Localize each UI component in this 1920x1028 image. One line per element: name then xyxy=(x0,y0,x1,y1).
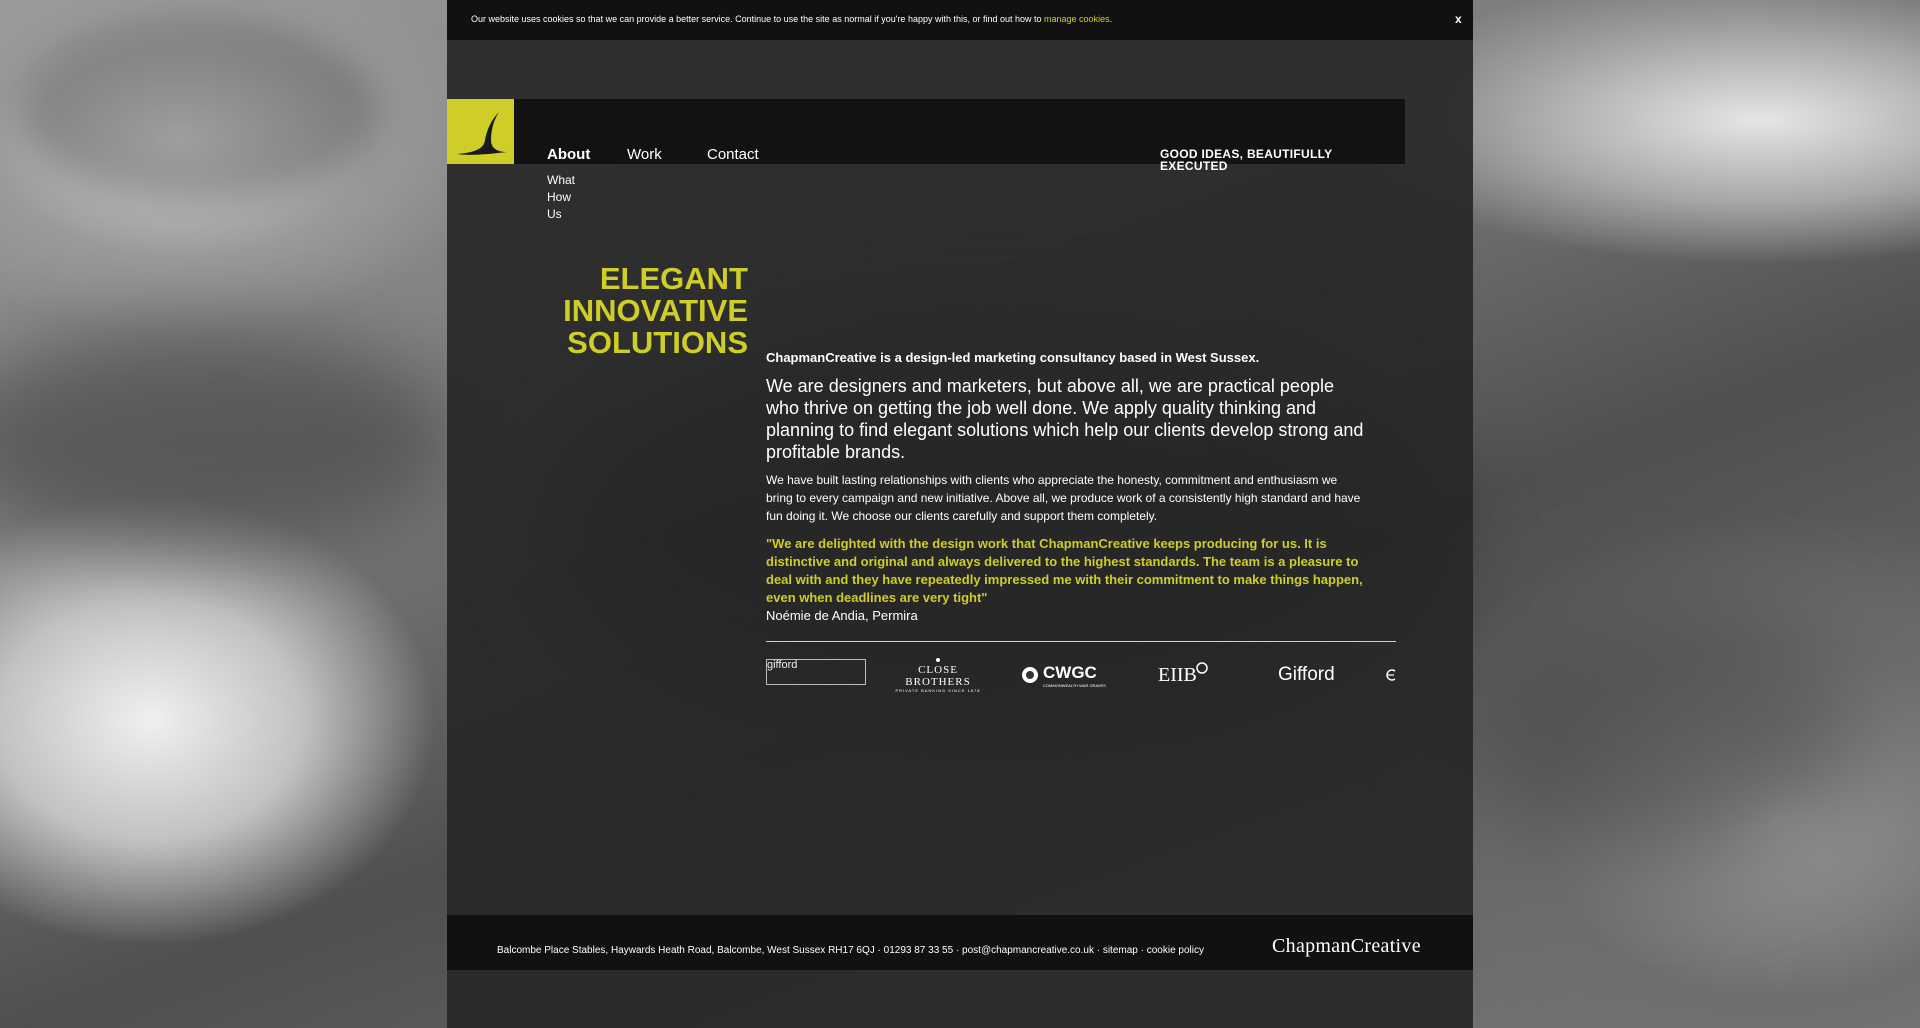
eiib-text: EIIB xyxy=(1158,663,1197,686)
client-logos-carousel: gifford CLOSE BROTHERS PRIVATE BANKING S… xyxy=(766,655,1396,695)
cwgc-text: CWGC xyxy=(1043,662,1097,682)
gifford-text: Gifford xyxy=(1278,664,1335,685)
background-statue-arm xyxy=(1450,600,1870,860)
subnav-how[interactable]: How xyxy=(547,190,571,204)
intro-text: ChapmanCreative is a design-led marketin… xyxy=(766,350,1260,365)
eiib-circle-icon xyxy=(1196,662,1208,674)
subnav-what[interactable]: What xyxy=(547,173,575,187)
cwgc-subtext: COMMONWEALTH WAR GRAVES xyxy=(1043,682,1106,688)
lead-paragraph: We are designers and marketers, but abov… xyxy=(766,376,1364,462)
close-brothers-subtext: PRIVATE BANKING SINCE 1878 xyxy=(895,687,981,693)
partial-logo-icon xyxy=(1386,669,1396,681)
eiib-logo[interactable]: EIIB xyxy=(1158,655,1218,695)
close-brothers-logo[interactable]: CLOSE BROTHERS PRIVATE BANKING SINCE 187… xyxy=(888,655,988,695)
broken-logo-image[interactable]: gifford xyxy=(766,659,866,685)
background-statue-hair xyxy=(20,20,380,200)
testimonial-author: Noémie de Andia, Permira xyxy=(766,608,918,623)
broken-image-alt: gifford xyxy=(767,659,798,671)
close-brothers-text: CLOSE BROTHERS xyxy=(905,663,971,688)
cookie-close-button[interactable]: x xyxy=(1455,12,1462,26)
close-brothers-emblem-icon xyxy=(936,657,940,662)
background-statue-shadow xyxy=(0,330,460,550)
cwgc-logo[interactable]: CWGC COMMONWEALTH WAR GRAVES xyxy=(1021,655,1111,695)
cookie-message-text: Our website uses cookies so that we can … xyxy=(471,14,1045,24)
hero-title: ELEGANT INNOVATIVE SOLUTIONS xyxy=(520,263,748,359)
nav-contact[interactable]: Contact xyxy=(707,146,759,163)
tagline: GOOD IDEAS, BEAUTIFULLY EXECUTED xyxy=(1160,147,1333,173)
nav-work[interactable]: Work xyxy=(627,146,662,163)
footer-address[interactable]: Balcombe Place Stables, Haywards Heath R… xyxy=(497,942,1267,960)
about-content: ChapmanCreative is a design-led marketin… xyxy=(766,350,1366,625)
partial-logo[interactable] xyxy=(1384,655,1396,695)
swoosh-logo-icon xyxy=(456,111,507,155)
cookie-banner: Our website uses cookies so that we can … xyxy=(447,0,1473,40)
footer: Balcombe Place Stables, Haywards Heath R… xyxy=(447,915,1473,970)
cwgc-emblem-icon xyxy=(1022,667,1038,683)
divider xyxy=(766,641,1396,642)
footer-brand-logo[interactable]: ChapmanCreative xyxy=(1272,935,1421,958)
hero-line-1: ELEGANT xyxy=(599,261,748,296)
gifford-logo[interactable]: Gifford xyxy=(1278,655,1358,695)
hero-line-2: INNOVATIVE xyxy=(563,293,748,328)
manage-cookies-link[interactable]: manage cookies xyxy=(1044,14,1110,24)
cookie-message: Our website uses cookies so that we can … xyxy=(471,14,1113,24)
logo-link[interactable] xyxy=(447,99,514,164)
hero-line-3: SOLUTIONS xyxy=(567,325,748,360)
body-paragraph: We have built lasting relationships with… xyxy=(766,473,1361,523)
testimonial-quote: "We are delighted with the design work t… xyxy=(766,536,1363,605)
nav-about[interactable]: About xyxy=(547,146,590,163)
subnav-us[interactable]: Us xyxy=(547,207,562,221)
